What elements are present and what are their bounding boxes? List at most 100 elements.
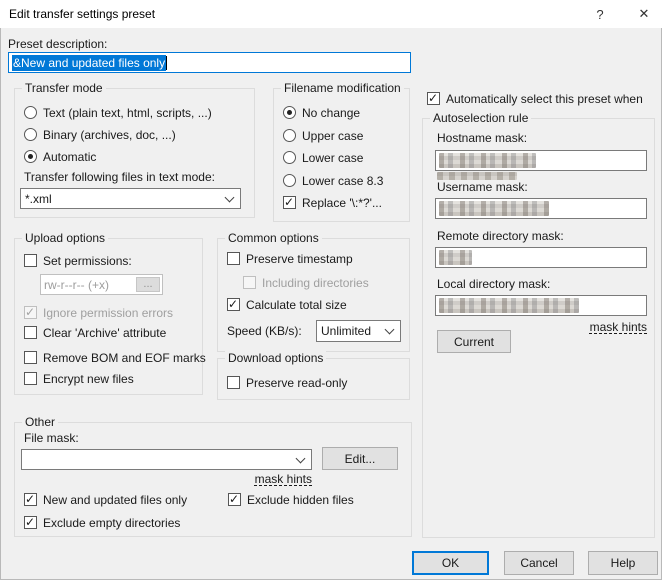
close-icon[interactable]: ✕ (628, 0, 660, 28)
checkbox-unchecked (24, 326, 37, 339)
help-button[interactable]: Help (588, 551, 658, 575)
local-directory-mask-label: Local directory mask: (437, 277, 550, 291)
encrypt-new-files-label: Encrypt new files (43, 372, 134, 386)
checkbox-checked (24, 516, 37, 529)
redacted-hostname-value (439, 153, 536, 168)
window-title: Edit transfer settings preset (9, 7, 155, 21)
selected-text: &New and updated files only (12, 55, 166, 71)
ignore-permission-errors-checkbox: Ignore permission errors (24, 306, 173, 320)
encrypt-new-files-checkbox[interactable]: Encrypt new files (24, 372, 134, 386)
radio-circle (24, 106, 37, 119)
download-options-group-title: Download options (225, 351, 326, 365)
checkbox-unchecked-disabled (243, 276, 256, 289)
exclude-hidden-label: Exclude hidden files (247, 493, 354, 507)
radio-circle-selected (24, 150, 37, 163)
checkbox-checked-disabled (24, 306, 37, 319)
checkbox-checked (228, 493, 241, 506)
radio-circle (283, 129, 296, 142)
help-icon[interactable]: ? (584, 0, 616, 28)
preserve-read-only-checkbox[interactable]: Preserve read-only (227, 376, 347, 390)
local-directory-mask-input[interactable] (435, 295, 647, 316)
text-caret (166, 56, 167, 70)
radio-circle (24, 128, 37, 141)
calculate-total-size-checkbox[interactable]: Calculate total size (227, 298, 347, 312)
checkbox-checked (24, 493, 37, 506)
radio-no-change-label: No change (302, 106, 360, 120)
checkbox-checked (427, 92, 440, 105)
exclude-empty-label: Exclude empty directories (43, 516, 180, 530)
radio-transfer-automatic[interactable]: Automatic (24, 150, 96, 164)
radio-circle (283, 174, 296, 187)
exclude-empty-checkbox[interactable]: Exclude empty directories (24, 516, 180, 530)
text-mode-combobox[interactable]: *.xml (20, 188, 241, 209)
clear-archive-label: Clear 'Archive' attribute (43, 326, 166, 340)
edit-transfer-settings-dialog: Edit transfer settings preset ? ✕ Preset… (0, 0, 662, 580)
new-and-updated-label: New and updated files only (43, 493, 187, 507)
autoselection-rule-group-title: Autoselection rule (430, 111, 531, 125)
common-options-group-title: Common options (225, 231, 322, 245)
chevron-down-icon (222, 197, 236, 201)
speed-label: Speed (KB/s): (227, 324, 302, 338)
replace-chars-checkbox[interactable]: Replace '\:*?'... (283, 196, 382, 210)
auto-select-preset-checkbox[interactable]: Automatically select this preset when (427, 92, 643, 106)
preset-description-label: Preset description: (8, 37, 107, 51)
exclude-hidden-checkbox[interactable]: Exclude hidden files (228, 493, 354, 507)
radio-transfer-text[interactable]: Text (plain text, html, scripts, ...) (24, 106, 212, 120)
chevron-down-icon (293, 458, 307, 462)
preset-description-input[interactable]: &New and updated files only (8, 52, 411, 73)
permissions-field: rw-r--r-- (+x) ... (40, 274, 163, 295)
redacted-local-value (439, 298, 579, 313)
preserve-timestamp-checkbox[interactable]: Preserve timestamp (227, 252, 353, 266)
permissions-ellipsis-button[interactable]: ... (136, 277, 160, 292)
transfer-mode-group-title: Transfer mode (22, 81, 106, 95)
speed-value: Unlimited (321, 324, 382, 338)
checkbox-checked (227, 298, 240, 311)
checkbox-checked (283, 196, 296, 209)
mask-hints-link[interactable]: mask hints (212, 472, 312, 486)
radio-upper-case[interactable]: Upper case (283, 129, 363, 143)
clear-archive-checkbox[interactable]: Clear 'Archive' attribute (24, 326, 166, 340)
radio-lower-case[interactable]: Lower case (283, 151, 363, 165)
file-mask-combobox[interactable] (21, 449, 312, 470)
text-mode-value: *.xml (25, 192, 222, 206)
other-group-title: Other (22, 415, 58, 429)
set-permissions-checkbox[interactable]: Set permissions: (24, 254, 132, 268)
checkbox-unchecked (227, 252, 240, 265)
edit-button[interactable]: Edit... (322, 447, 398, 470)
remove-bom-label: Remove BOM and EOF marks (43, 351, 206, 365)
hostname-mask-input[interactable] (435, 150, 647, 171)
chevron-down-icon (382, 329, 396, 333)
radio-transfer-automatic-label: Automatic (43, 150, 96, 164)
radio-upper-case-label: Upper case (302, 129, 363, 143)
radio-transfer-text-label: Text (plain text, html, scripts, ...) (43, 106, 212, 120)
radio-circle-selected (283, 106, 296, 119)
current-button[interactable]: Current (437, 330, 511, 353)
permissions-value: rw-r--r-- (+x) (44, 278, 109, 292)
radio-no-change[interactable]: No change (283, 106, 360, 120)
upload-options-group-title: Upload options (22, 231, 108, 245)
calculate-total-size-label: Calculate total size (246, 298, 347, 312)
redacted-username-value (439, 201, 549, 216)
mask-hints-link-autoselection[interactable]: mask hints (547, 320, 647, 334)
checkbox-unchecked (24, 254, 37, 267)
auto-select-preset-label: Automatically select this preset when (446, 92, 643, 106)
redacted-remote-value (439, 250, 472, 265)
radio-lower-case-83[interactable]: Lower case 8.3 (283, 174, 383, 188)
username-mask-input[interactable] (435, 198, 647, 219)
radio-transfer-binary[interactable]: Binary (archives, doc, ...) (24, 128, 176, 142)
cancel-button[interactable]: Cancel (504, 551, 574, 575)
radio-transfer-binary-label: Binary (archives, doc, ...) (43, 128, 176, 142)
ok-button[interactable]: OK (412, 551, 489, 575)
username-mask-label: Username mask: (437, 180, 528, 194)
remote-directory-mask-input[interactable] (435, 247, 647, 268)
remove-bom-checkbox[interactable]: Remove BOM and EOF marks (24, 351, 206, 365)
filename-modification-group-title: Filename modification (281, 81, 404, 95)
preserve-timestamp-label: Preserve timestamp (246, 252, 353, 266)
including-directories-label: Including directories (262, 276, 369, 290)
new-and-updated-checkbox[interactable]: New and updated files only (24, 493, 187, 507)
speed-combobox[interactable]: Unlimited (316, 320, 401, 342)
checkbox-unchecked (227, 376, 240, 389)
redaction-artifact (437, 172, 517, 180)
text-mode-label: Transfer following files in text mode: (24, 170, 215, 184)
hostname-mask-label: Hostname mask: (437, 131, 527, 145)
